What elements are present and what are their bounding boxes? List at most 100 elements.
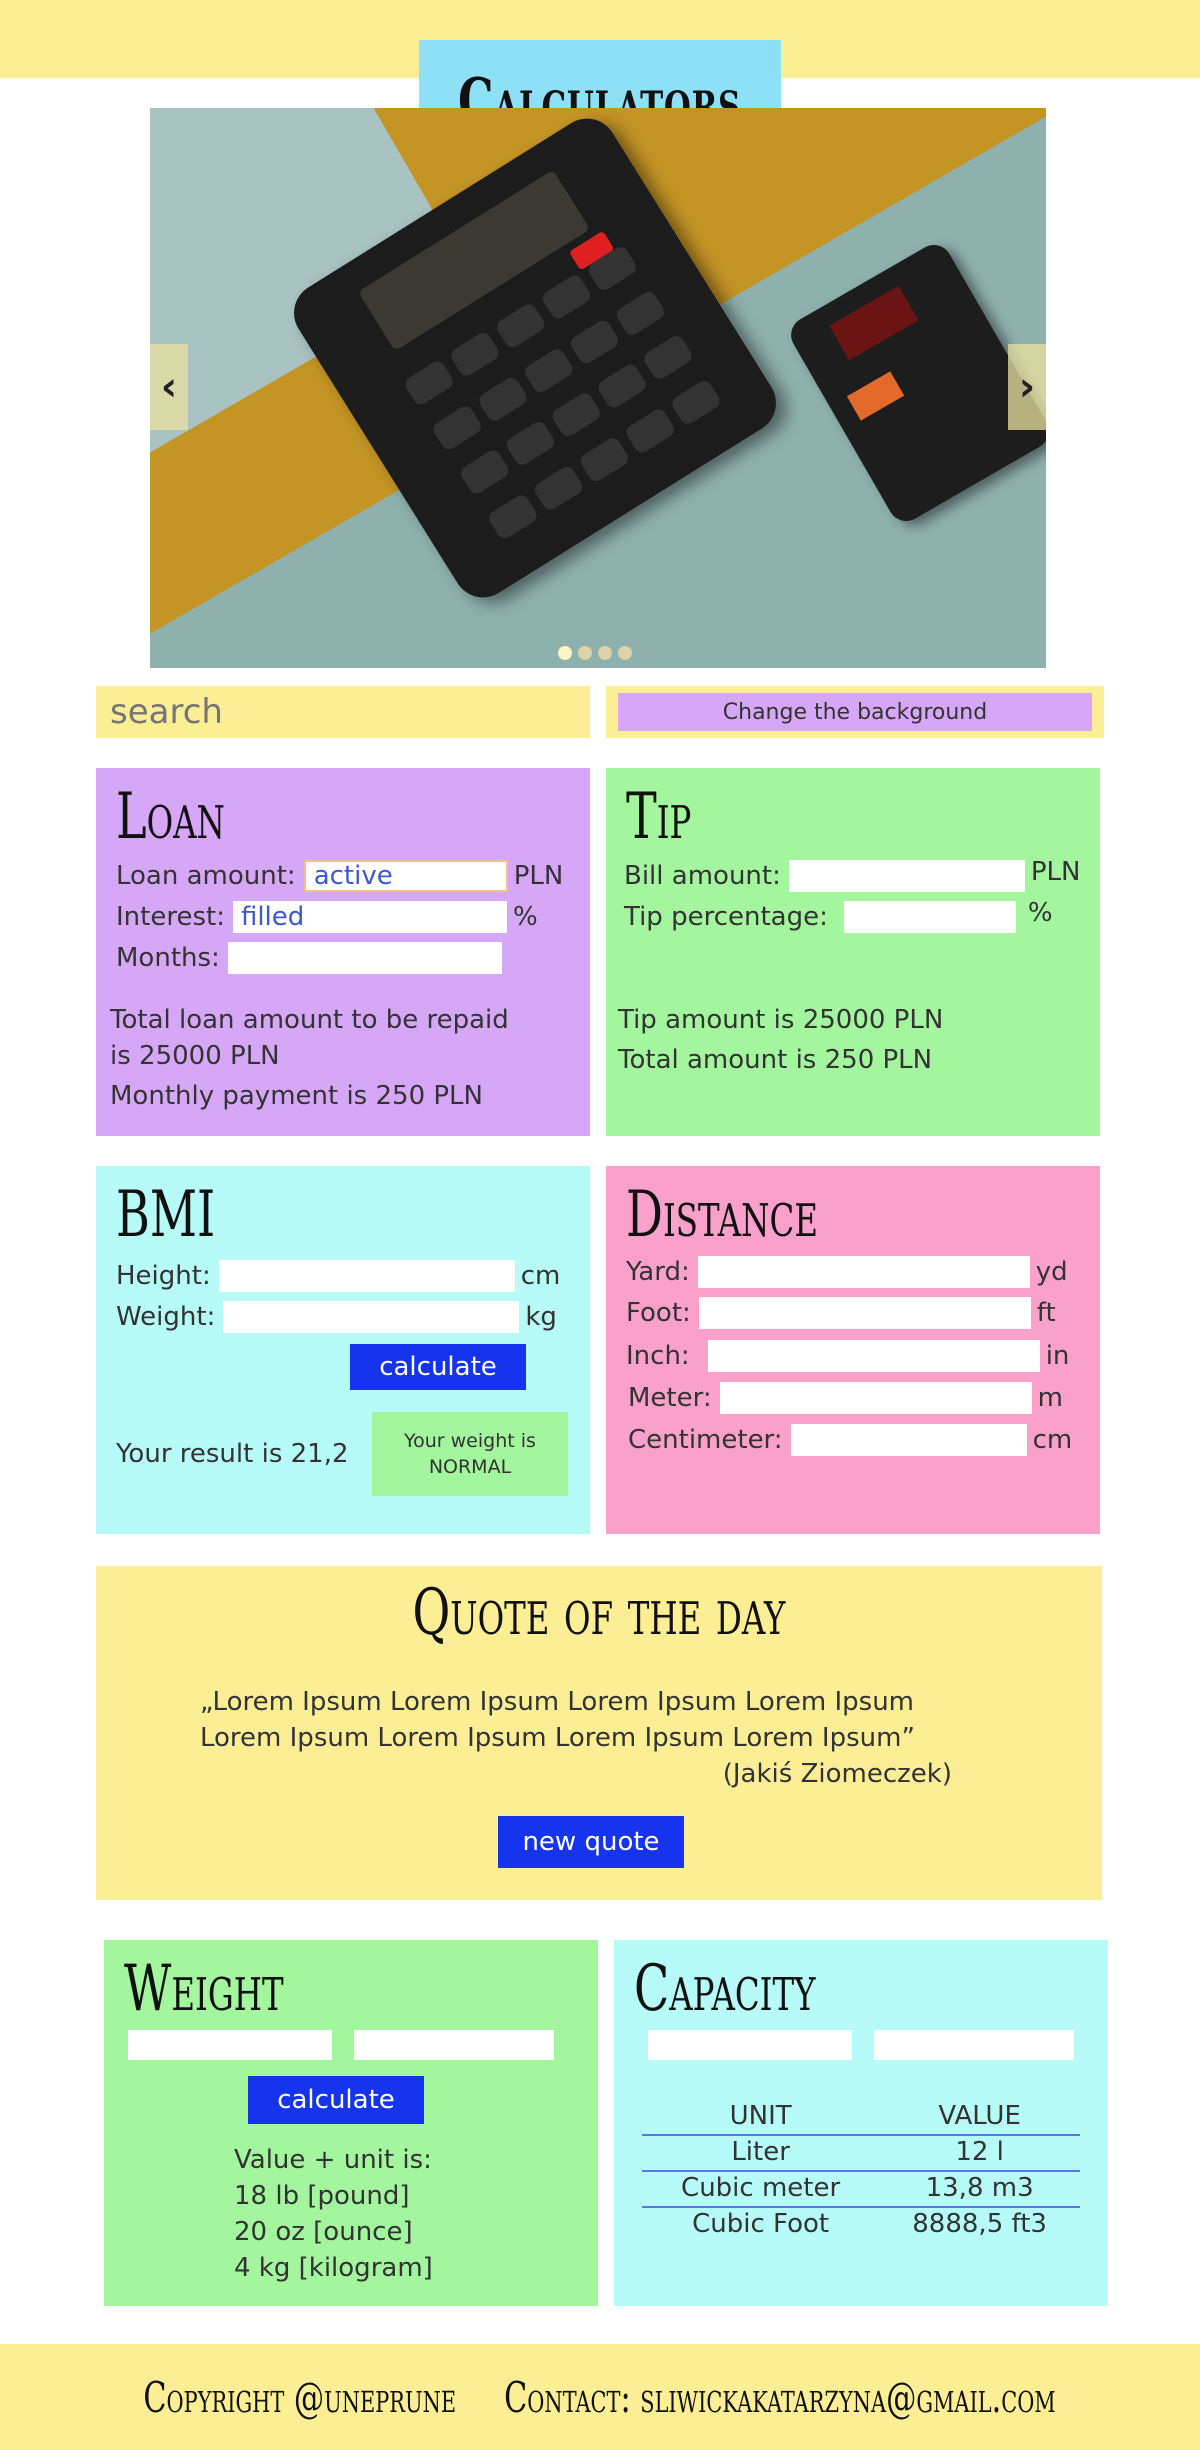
interest-input[interactable]: filled xyxy=(232,901,507,933)
centimeter-row: Centimeter: cm xyxy=(628,1424,1072,1456)
foot-input[interactable] xyxy=(698,1297,1031,1329)
weight-result-item: 20 oz [ounce] xyxy=(234,2217,413,2247)
footer: Copyright @uneprune Contact: sliwickakat… xyxy=(0,2344,1200,2450)
loan-title: Loan xyxy=(116,780,225,854)
bmi-status-line2: NORMAL xyxy=(428,1456,512,1478)
weight-result-label: Value + unit is: xyxy=(234,2145,432,2175)
weight-results: Value + unit is: 18 lb [pound] 20 oz [ou… xyxy=(234,2142,433,2286)
foot-row: Foot: ft xyxy=(626,1297,1056,1329)
bill-input[interactable] xyxy=(788,860,1025,892)
capacity-converter: Capacity UNIT VALUE Liter 12 l Cubic met… xyxy=(614,1940,1108,2306)
height-input[interactable] xyxy=(218,1260,515,1292)
bill-row: Bill amount: PLN xyxy=(624,857,1080,892)
meter-input[interactable] xyxy=(719,1382,1032,1414)
loan-amount-label: Loan amount: xyxy=(116,861,296,891)
loan-monthly: Monthly payment is 250 PLN xyxy=(110,1081,483,1111)
weight-converter: Weight calculate Value + unit is: 18 lb … xyxy=(104,1940,598,2306)
loan-total: Total loan amount to be repaid is 25000 … xyxy=(110,1002,509,1074)
yard-row: Yard: yd xyxy=(626,1256,1068,1288)
tip-percentage-label: Tip percentage: xyxy=(624,902,828,932)
bmi-calculator: BMI Height: cm Weight: kg calculate Your… xyxy=(96,1166,590,1534)
table-row: Liter 12 l xyxy=(642,2135,1080,2172)
carousel-dot[interactable] xyxy=(618,646,632,660)
bmi-result: Your result is 21,2 xyxy=(116,1439,349,1469)
table-header-unit: UNIT xyxy=(642,2100,880,2136)
weight-result-item: 18 lb [pound] xyxy=(234,2181,410,2211)
meter-row: Meter: m xyxy=(628,1382,1063,1414)
weight-unit-input[interactable] xyxy=(354,2030,554,2060)
meter-label: Meter: xyxy=(628,1383,712,1413)
capacity-table: UNIT VALUE Liter 12 l Cubic meter 13,8 m… xyxy=(642,2100,1080,2242)
quote-title: Quote of the day xyxy=(96,1576,1102,1650)
chevron-left-icon: ‹ xyxy=(160,364,178,410)
quote-title-text: Quote of the day xyxy=(412,1576,786,1650)
weight-title: Weight xyxy=(124,1952,284,2026)
change-background-button[interactable]: Change the background xyxy=(618,693,1092,731)
tip-percentage-unit: % xyxy=(1027,898,1053,928)
inch-input[interactable] xyxy=(707,1340,1040,1372)
carousel-prev-button[interactable]: ‹ xyxy=(150,344,188,430)
table-row: Cubic meter 13,8 m3 xyxy=(642,2171,1080,2208)
weight-calculate-button[interactable]: calculate xyxy=(248,2076,424,2124)
search-input[interactable] xyxy=(96,686,590,738)
quote-line2: Lorem Ipsum Lorem Ipsum Lorem Ipsum Lore… xyxy=(200,1723,915,1753)
height-unit: cm xyxy=(520,1261,561,1291)
table-cell-value: 13,8 m3 xyxy=(879,2171,1080,2208)
bmi-title: BMI xyxy=(116,1178,216,1252)
inch-row: Inch: in xyxy=(626,1340,1069,1372)
bmi-status-badge: Your weight is NORMAL xyxy=(372,1412,568,1496)
months-input[interactable] xyxy=(227,942,502,974)
interest-unit: % xyxy=(512,902,538,932)
weight-input[interactable] xyxy=(223,1301,520,1333)
tip-calculator: Tip Bill amount: PLN Tip percentage: % T… xyxy=(606,768,1100,1136)
change-background-wrapper: Change the background xyxy=(606,686,1104,738)
carousel-indicators xyxy=(558,646,632,660)
yard-unit: yd xyxy=(1035,1257,1068,1287)
quote-author: (Jakiś Ziomeczek) xyxy=(722,1759,952,1789)
months-label: Months: xyxy=(116,943,220,973)
loan-calculator: Loan Loan amount: active PLN Interest: f… xyxy=(96,768,590,1136)
small-calculator-display xyxy=(846,371,905,421)
weight-result-item: 4 kg [kilogram] xyxy=(234,2253,433,2283)
distance-title: Distance xyxy=(626,1178,818,1252)
height-row: Height: cm xyxy=(116,1260,560,1292)
foot-unit: ft xyxy=(1036,1298,1056,1328)
bmi-status-line1: Your weight is xyxy=(404,1430,536,1452)
new-quote-button[interactable]: new quote xyxy=(498,1816,684,1868)
carousel-dot[interactable] xyxy=(598,646,612,660)
tip-percentage-row: Tip percentage: % xyxy=(624,898,1053,933)
table-cell-unit: Cubic Foot xyxy=(692,2209,830,2239)
loan-amount-unit: PLN xyxy=(513,861,564,891)
interest-label: Interest: xyxy=(116,902,225,932)
carousel-dot[interactable] xyxy=(578,646,592,660)
inch-unit: in xyxy=(1045,1341,1070,1371)
weight-unit: kg xyxy=(525,1302,557,1332)
interest-row: Interest: filled % xyxy=(116,901,538,933)
carousel-next-button[interactable]: › xyxy=(1008,344,1046,430)
centimeter-unit: cm xyxy=(1032,1425,1073,1455)
distance-calculator: Distance Yard: yd Foot: ft Inch: in Mete… xyxy=(606,1166,1100,1534)
bill-label: Bill amount: xyxy=(624,861,781,891)
meter-unit: m xyxy=(1037,1383,1063,1413)
tip-title: Tip xyxy=(626,780,692,854)
solar-panel xyxy=(829,285,919,361)
quote-line1: „Lorem Ipsum Lorem Ipsum Lorem Ipsum Lor… xyxy=(200,1687,914,1717)
quote-of-the-day: Quote of the day „Lorem Ipsum Lorem Ipsu… xyxy=(96,1566,1102,1900)
centimeter-label: Centimeter: xyxy=(628,1425,783,1455)
footer-text: Copyright @uneprune Contact: sliwickakat… xyxy=(143,2372,1057,2422)
tip-percentage-input[interactable] xyxy=(843,901,1016,933)
centimeter-input[interactable] xyxy=(790,1424,1027,1456)
carousel-dot[interactable] xyxy=(558,646,572,660)
loan-total-line2: is 25000 PLN xyxy=(110,1041,280,1071)
yard-input[interactable] xyxy=(697,1256,1030,1288)
capacity-value-input[interactable] xyxy=(648,2030,852,2060)
table-header-value: VALUE xyxy=(879,2100,1080,2136)
image-carousel: ‹ › xyxy=(150,108,1046,668)
loan-total-line1: Total loan amount to be repaid xyxy=(110,1005,509,1035)
weight-value-input[interactable] xyxy=(128,2030,332,2060)
loan-amount-input[interactable]: active xyxy=(303,860,508,892)
bmi-calculate-button[interactable]: calculate xyxy=(350,1344,526,1390)
quote-text: „Lorem Ipsum Lorem Ipsum Lorem Ipsum Lor… xyxy=(200,1684,952,1792)
table-cell-unit: Cubic meter xyxy=(642,2171,880,2208)
capacity-unit-input[interactable] xyxy=(874,2030,1074,2060)
